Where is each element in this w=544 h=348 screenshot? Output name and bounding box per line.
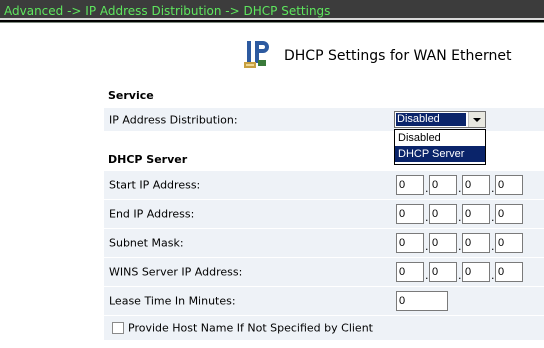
subnet-mask-octet-4[interactable]: 0	[495, 233, 523, 253]
dhcp-server-section-title: DHCP Server	[108, 153, 188, 166]
ip-distribution-selected-value: Disabled	[396, 113, 466, 126]
ip-dot: .	[458, 182, 462, 195]
service-section-title: Service	[108, 89, 154, 102]
breadcrumb-bar: Advanced -> IP Address Distribution -> D…	[0, 0, 544, 23]
end-ip-octet-4[interactable]: 0	[495, 204, 523, 224]
ip-distribution-select[interactable]: Disabled	[394, 111, 486, 128]
lease-time-input[interactable]: 0	[396, 291, 448, 311]
ip-distribution-label: IP Address Distribution:	[109, 113, 238, 126]
start-ip-octet-1[interactable]: 0	[396, 175, 424, 195]
chevron-down-icon[interactable]	[468, 112, 485, 127]
ip-settings-icon	[244, 41, 269, 68]
start-ip-octet-3[interactable]: 0	[462, 175, 490, 195]
ip-dot: .	[458, 240, 462, 253]
subnet-mask-octet-3[interactable]: 0	[462, 233, 490, 253]
ip-dot: .	[491, 211, 495, 224]
end-ip-row: End IP Address: 0 . 0 . 0 . 0	[104, 200, 544, 229]
subnet-mask-octet-1[interactable]: 0	[396, 233, 424, 253]
breadcrumb: Advanced -> IP Address Distribution -> D…	[4, 4, 331, 18]
subnet-mask-row: Subnet Mask: 0 . 0 . 0 . 0	[104, 229, 544, 258]
provide-host-name-label[interactable]: Provide Host Name If Not Specified by Cl…	[128, 322, 373, 335]
ip-dot: .	[491, 240, 495, 253]
wins-server-octet-3[interactable]: 0	[462, 262, 490, 282]
subnet-mask-octet-2[interactable]: 0	[429, 233, 457, 253]
lease-time-row: Lease Time In Minutes: 0	[104, 287, 544, 316]
start-ip-octet-2[interactable]: 0	[429, 175, 457, 195]
provide-host-name-checkbox[interactable]	[112, 322, 124, 334]
provide-host-name-row: Provide Host Name If Not Specified by Cl…	[104, 316, 544, 341]
breadcrumb-background: Advanced -> IP Address Distribution -> D…	[0, 0, 544, 20]
end-ip-octet-1[interactable]: 0	[396, 204, 424, 224]
ip-dot: .	[491, 269, 495, 282]
end-ip-octet-2[interactable]: 0	[429, 204, 457, 224]
page-title: DHCP Settings for WAN Ethernet	[284, 48, 512, 64]
ip-distribution-dropdown: Disabled DHCP Server	[394, 129, 486, 165]
end-ip-octet-3[interactable]: 0	[462, 204, 490, 224]
dropdown-option-disabled[interactable]: Disabled	[395, 130, 485, 146]
subnet-mask-label: Subnet Mask:	[109, 236, 184, 250]
start-ip-octet-4[interactable]: 0	[495, 175, 523, 195]
end-ip-label: End IP Address:	[109, 207, 195, 221]
wins-server-octet-4[interactable]: 0	[495, 262, 523, 282]
ip-dot: .	[425, 211, 429, 224]
start-ip-row: Start IP Address: 0 . 0 . 0 . 0	[104, 171, 544, 200]
wins-server-row: WINS Server IP Address: 0 . 0 . 0 . 0	[104, 258, 544, 287]
wins-server-octet-2[interactable]: 0	[429, 262, 457, 282]
start-ip-label: Start IP Address:	[109, 178, 201, 192]
ip-dot: .	[458, 269, 462, 282]
ip-dot: .	[458, 211, 462, 224]
wins-server-octet-1[interactable]: 0	[396, 262, 424, 282]
ip-dot: .	[425, 269, 429, 282]
wins-server-label: WINS Server IP Address:	[109, 265, 243, 279]
ip-dot: .	[425, 240, 429, 253]
ip-dot: .	[425, 182, 429, 195]
dropdown-option-dhcp-server[interactable]: DHCP Server	[395, 146, 485, 162]
lease-time-label: Lease Time In Minutes:	[109, 294, 236, 308]
ip-dot: .	[491, 182, 495, 195]
